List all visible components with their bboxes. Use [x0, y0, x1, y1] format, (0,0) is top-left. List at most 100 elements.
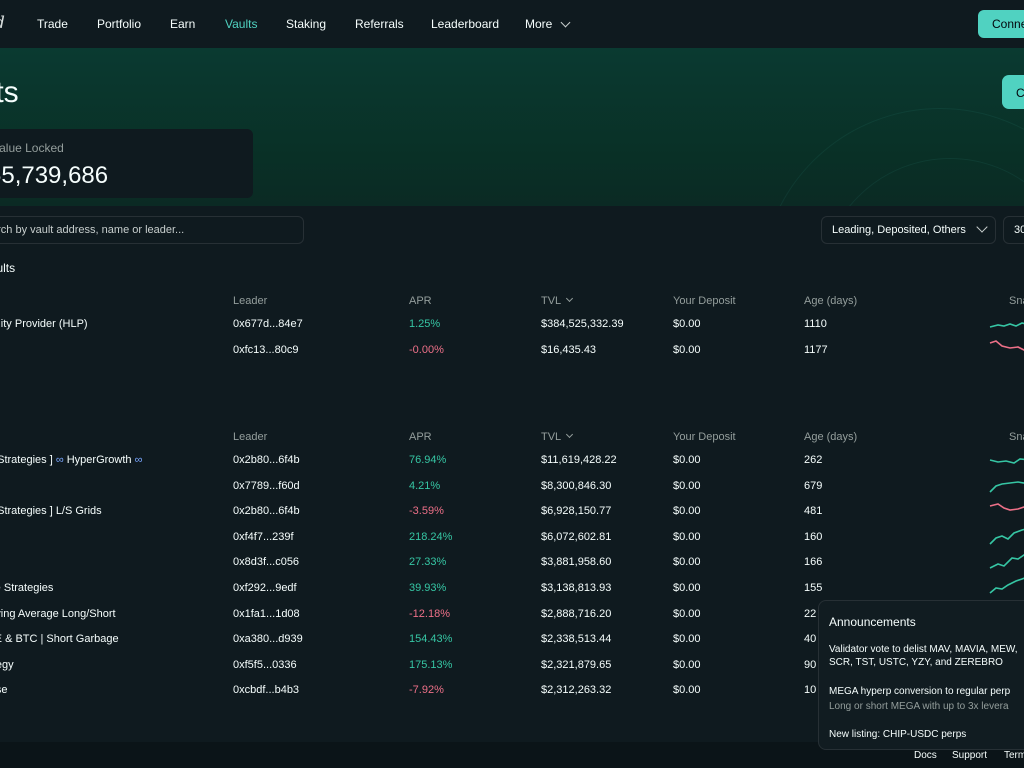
table-cell-age: 1177	[804, 343, 828, 356]
tvl-value: 65,739,686	[0, 162, 109, 189]
create-vault-button[interactable]: C	[1002, 75, 1024, 109]
infinity-icon: ∞	[134, 454, 143, 466]
table-cell-age: 10	[804, 684, 817, 697]
snapshot-chart	[989, 481, 1024, 493]
table-cell-leader[interactable]: 0xf4f7...239f	[233, 531, 294, 543]
table-cell-tvl: $3,138,813.93	[541, 582, 612, 594]
snapshot-chart	[989, 503, 1024, 511]
table-cell-name[interactable]: nic Strategies ] ∞ HyperGrowth ∞	[0, 454, 142, 466]
column-header-age[interactable]: Age (days)	[804, 431, 857, 443]
column-header-snapshot: Sna	[1009, 295, 1024, 307]
column-header-apr[interactable]: APR	[409, 295, 432, 307]
announcements-title: Announcements	[829, 615, 916, 629]
nav-earn[interactable]: Earn	[170, 17, 195, 31]
table-cell-apr: 1.25%	[409, 318, 441, 330]
table-cell-deposit: $0.00	[673, 684, 701, 697]
table-cell-leader[interactable]: 0xf5f5...0336	[233, 659, 297, 671]
table-cell-name[interactable]: Moving Average Long/Short	[0, 608, 116, 620]
role-filter-value: Leading, Deposited, Others	[832, 224, 966, 236]
nav-more[interactable]: More	[525, 17, 571, 31]
sort-chevron-icon	[566, 430, 574, 439]
connect-button[interactable]: Connect	[978, 10, 1024, 38]
table-cell-apr: 27.33%	[409, 556, 447, 569]
period-filter-select[interactable]: 30	[1003, 216, 1024, 244]
table-cell-name[interactable]: nic Strategies ] L/S Grids	[0, 505, 102, 517]
role-filter-select[interactable]: Leading, Deposited, Others	[821, 216, 996, 244]
snapshot-chart	[989, 322, 1024, 328]
table-cell-tvl: $6,072,602.81	[541, 530, 612, 543]
page-title: ults	[0, 76, 19, 109]
nav-leaderboard[interactable]: Leaderboard	[431, 17, 499, 31]
table-cell-tvl: $2,321,879.65	[541, 658, 612, 671]
table-cell-leader[interactable]: 0x1fa1...1d08	[233, 608, 300, 620]
table-cell-leader[interactable]: 0xf292...9edf	[233, 582, 297, 594]
tvl-label: Value Locked	[0, 141, 64, 155]
table-cell-leader[interactable]: 0x8d3f...c056	[233, 556, 299, 568]
table-cell-leader[interactable]: 0x7789...f60d	[233, 480, 300, 492]
table-cell-deposit: $0.00	[673, 556, 701, 569]
table-cell-deposit: $0.00	[673, 582, 701, 594]
table-cell-deposit: $0.00	[673, 454, 701, 466]
table-cell-leader[interactable]: 0xcbdf...b4b3	[233, 684, 299, 696]
table-cell-deposit: $0.00	[673, 607, 701, 620]
table-cell-leader[interactable]: 0x2b80...6f4b	[233, 505, 300, 517]
column-header-tvl-label: TVL	[541, 431, 562, 443]
table-cell-age: 22	[804, 607, 817, 620]
table-cell-name[interactable]: trategy	[0, 659, 14, 671]
table-cell-name[interactable]: alue Strategies	[0, 582, 53, 594]
table-cell-leader[interactable]: 0xfc13...80c9	[233, 344, 298, 356]
announcement-item[interactable]: MEGA hyperp conversion to regular perp	[829, 685, 1024, 698]
table-cell-tvl: $2,338,513.44	[541, 633, 612, 646]
footer-link-docs[interactable]: Docs	[914, 750, 937, 761]
column-header-tvl[interactable]: TVL	[541, 294, 574, 307]
table-cell-tvl: $16,435.43	[541, 343, 597, 356]
table-cell-apr: 39.93%	[409, 582, 447, 594]
table-cell-deposit: $0.00	[673, 530, 701, 543]
column-header-apr[interactable]: APR	[409, 431, 432, 443]
column-header-age[interactable]: Age (days)	[804, 295, 857, 307]
table-cell-leader[interactable]: 0x677d...84e7	[233, 318, 303, 330]
table-cell-name[interactable]: quidity Provider (HLP)	[0, 318, 88, 330]
nav-vaults[interactable]: Vaults	[225, 17, 257, 31]
table-cell-tvl: $384,525,332.39	[541, 318, 624, 330]
table-cell-tvl: $6,928,150.77	[541, 505, 612, 518]
table-cell-deposit: $0.00	[673, 343, 701, 356]
footer-link-terms[interactable]: Term	[1004, 750, 1024, 761]
column-header-deposit[interactable]: Your Deposit	[673, 431, 736, 443]
column-header-tvl[interactable]: TVL	[541, 430, 574, 443]
column-header-deposit[interactable]: Your Deposit	[673, 295, 736, 307]
logo[interactable]: d	[0, 13, 5, 33]
snapshot-chart	[989, 554, 1024, 569]
table-cell-leader[interactable]: 0xa380...d939	[233, 633, 303, 645]
search-input[interactable]: arch by vault address, name or leader...	[0, 216, 304, 244]
table-cell-apr: 154.43%	[409, 633, 453, 646]
table-cell-deposit: $0.00	[673, 633, 701, 646]
table-cell-tvl: $11,619,428.22	[541, 454, 617, 466]
table-cell-apr: 4.21%	[409, 479, 441, 492]
table-cell-age: 481	[804, 505, 823, 518]
chevron-down-icon	[560, 17, 571, 28]
table-cell-age: 40	[804, 633, 817, 646]
snapshot-chart	[989, 577, 1024, 594]
table-cell-apr: 218.24%	[409, 530, 453, 543]
nav-portfolio[interactable]: Portfolio	[97, 17, 141, 31]
table-cell-tvl: $2,888,716.20	[541, 607, 612, 620]
column-header-leader: Leader	[233, 431, 268, 443]
table-cell-name[interactable]: YPE & BTC | Short Garbage	[0, 633, 119, 645]
column-header-snapshot: Sna	[1009, 431, 1024, 443]
sort-chevron-icon	[566, 294, 574, 303]
chevron-down-icon	[976, 221, 988, 233]
table-cell-leader[interactable]: 0x2b80...6f4b	[233, 454, 300, 466]
table-cell-apr: 76.94%	[409, 454, 447, 466]
table-cell-apr: 175.13%	[409, 658, 453, 671]
announcements-panel: Announcements Validator vote to delist M…	[818, 600, 1024, 750]
announcement-item[interactable]: New listing: CHIP-USDC perps	[829, 728, 1024, 741]
announcement-item[interactable]: Validator vote to delist MAV, MAVIA, MEW…	[829, 643, 1024, 669]
nav-referrals[interactable]: Referrals	[355, 17, 404, 31]
snapshot-chart	[989, 340, 1024, 351]
nav-trade[interactable]: Trade	[37, 17, 68, 31]
table-cell-name[interactable]: Pulse	[0, 684, 8, 696]
table-cell-age: 160	[804, 530, 823, 543]
footer-link-support[interactable]: Support	[952, 750, 987, 761]
nav-staking[interactable]: Staking	[286, 17, 326, 31]
